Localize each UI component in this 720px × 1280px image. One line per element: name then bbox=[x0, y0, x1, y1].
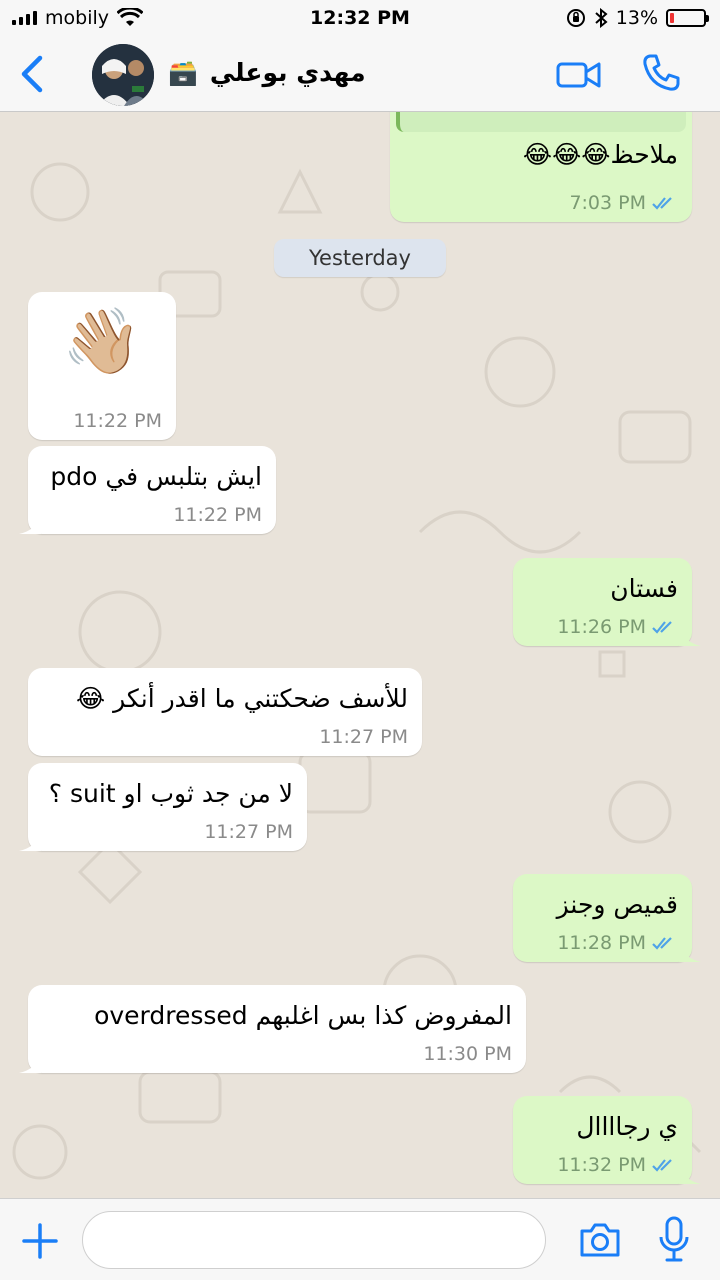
camera-icon[interactable] bbox=[578, 1219, 622, 1259]
video-call-icon[interactable] bbox=[556, 58, 602, 92]
plus-icon[interactable] bbox=[20, 1221, 60, 1261]
quoted-reply-bar bbox=[396, 112, 686, 132]
contact-info[interactable]: 🗃️ مهدي بوعلي bbox=[168, 58, 366, 87]
message-meta: 11:22 PM bbox=[73, 410, 162, 432]
message-time: 7:03 PM bbox=[569, 192, 646, 214]
bubble-tail bbox=[679, 626, 701, 646]
message-text: ملاحظ😂😂😂 bbox=[522, 140, 678, 169]
message-meta: 11:28 PM bbox=[557, 932, 678, 954]
message-time: 11:28 PM bbox=[557, 932, 646, 954]
message-time: 11:27 PM bbox=[204, 821, 293, 843]
date-divider: Yesterday bbox=[274, 239, 446, 277]
message-meta: 11:30 PM bbox=[423, 1043, 512, 1065]
status-right-group: 13% bbox=[566, 7, 709, 29]
orientation-lock-icon bbox=[566, 9, 585, 27]
avatar[interactable] bbox=[92, 44, 154, 106]
read-receipt-icon bbox=[652, 937, 672, 950]
bluetooth-icon bbox=[595, 8, 608, 28]
message-time: 11:26 PM bbox=[557, 616, 646, 638]
bubble-tail bbox=[19, 514, 41, 534]
message-text: قميص وجنز bbox=[556, 890, 678, 919]
message-bubble-incoming[interactable]: لا من جد ثوب او suit ؟ 11:27 PM bbox=[19, 763, 307, 851]
read-receipt-icon bbox=[652, 197, 672, 210]
message-text: لا من جد ثوب او suit ؟ bbox=[48, 779, 293, 808]
message-text: المفروض كذا بس اغلبهم overdressed bbox=[94, 1001, 512, 1030]
message-text: للأسف ضحكتني ما اقدر أنكر 😂 bbox=[75, 684, 408, 713]
status-bar: mobily 12:32 PM 13% bbox=[0, 0, 720, 38]
read-receipt-icon bbox=[652, 1159, 672, 1172]
battery-icon bbox=[666, 9, 709, 27]
message-bubble-incoming[interactable]: 👋🏼 11:22 PM bbox=[28, 292, 176, 440]
read-receipt-icon bbox=[652, 621, 672, 634]
contact-name: مهدي بوعلي bbox=[209, 58, 366, 87]
message-text: فستان bbox=[610, 574, 678, 603]
contact-emoji: 🗃️ bbox=[168, 58, 198, 87]
message-time: 11:30 PM bbox=[423, 1043, 512, 1065]
message-bubble-outgoing[interactable]: فستان 11:26 PM bbox=[513, 558, 701, 646]
message-bubble-outgoing[interactable]: قميص وجنز 11:28 PM bbox=[513, 874, 701, 962]
message-meta: 11:22 PM bbox=[173, 504, 262, 526]
bubble-tail bbox=[19, 831, 41, 851]
message-bubble-outgoing[interactable]: ي رجاااال 11:32 PM bbox=[513, 1096, 701, 1184]
message-text: ي رجاااال bbox=[576, 1112, 678, 1141]
message-meta: 11:26 PM bbox=[557, 616, 678, 638]
message-time: 11:22 PM bbox=[173, 504, 262, 526]
bubble-tail bbox=[679, 1164, 701, 1184]
message-time: 11:32 PM bbox=[557, 1154, 646, 1176]
microphone-icon[interactable] bbox=[656, 1215, 692, 1263]
chat-area[interactable]: ملاحظ😂😂😂 7:03 PM Yesterday 👋🏼 11:22 PM ا… bbox=[0, 112, 720, 1198]
message-bubble-incoming[interactable]: المفروض كذا بس اغلبهم overdressed 11:30 … bbox=[19, 985, 526, 1073]
battery-level bbox=[670, 13, 674, 23]
message-meta: 7:03 PM bbox=[569, 192, 678, 214]
message-bubble-incoming[interactable]: للأسف ضحكتني ما اقدر أنكر 😂 11:27 PM bbox=[28, 668, 422, 756]
message-text: ايش بتلبس في pdo bbox=[50, 462, 262, 491]
message-time: 11:27 PM bbox=[319, 726, 408, 748]
wave-emoji: 👋🏼 bbox=[62, 305, 142, 379]
message-time: 11:22 PM bbox=[73, 410, 162, 432]
bubble-tail bbox=[679, 942, 701, 962]
message-input[interactable] bbox=[82, 1211, 546, 1269]
bubble-tail bbox=[19, 1053, 41, 1073]
message-meta: 11:32 PM bbox=[557, 1154, 678, 1176]
message-input-bar bbox=[0, 1198, 720, 1280]
message-bubble-outgoing[interactable]: ملاحظ😂😂😂 7:03 PM bbox=[390, 112, 692, 222]
battery-percent: 13% bbox=[615, 7, 658, 29]
chat-header: 🗃️ مهدي بوعلي bbox=[0, 38, 720, 112]
message-meta: 11:27 PM bbox=[204, 821, 293, 843]
message-meta: 11:27 PM bbox=[319, 726, 408, 748]
back-chevron-icon[interactable] bbox=[14, 52, 54, 96]
message-bubble-incoming[interactable]: ايش بتلبس في pdo 11:22 PM bbox=[19, 446, 276, 534]
phone-icon[interactable] bbox=[640, 52, 682, 94]
